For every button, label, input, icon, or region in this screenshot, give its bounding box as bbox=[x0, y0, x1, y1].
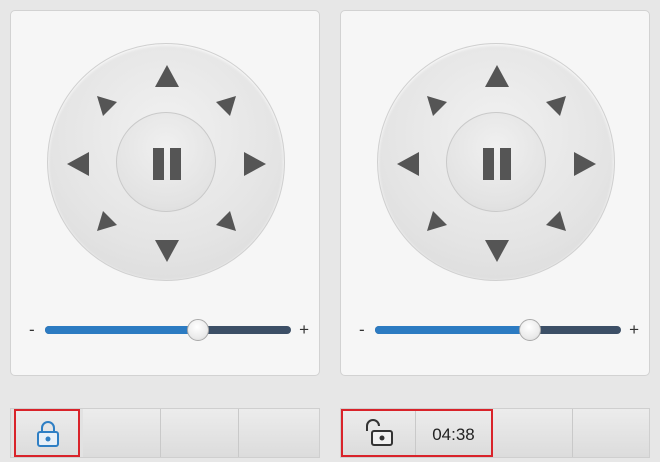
pause-icon bbox=[153, 148, 164, 180]
arrow-right-icon[interactable] bbox=[241, 150, 269, 178]
toolbar-button-3[interactable] bbox=[493, 409, 573, 457]
slider-track[interactable] bbox=[45, 326, 291, 334]
arrow-up-right-icon[interactable] bbox=[544, 94, 568, 118]
slider-fill bbox=[45, 326, 198, 334]
ptz-panel-left: - + bbox=[10, 10, 320, 376]
arrow-up-icon[interactable] bbox=[153, 62, 181, 90]
arrow-down-icon[interactable] bbox=[153, 237, 181, 265]
timer-display: 04:38 bbox=[416, 411, 491, 455]
timer-text: 04:38 bbox=[432, 425, 475, 444]
toolbar-button-2[interactable] bbox=[83, 409, 161, 457]
arrow-up-left-icon[interactable] bbox=[425, 94, 449, 118]
slider-min-label: - bbox=[359, 320, 365, 339]
direction-pad bbox=[47, 43, 285, 281]
slider-max-label: + bbox=[629, 320, 639, 339]
lock-open-icon bbox=[366, 419, 393, 446]
toolbar-button-3[interactable] bbox=[161, 409, 239, 457]
speed-slider[interactable]: - + bbox=[27, 316, 311, 346]
pause-icon bbox=[500, 148, 511, 180]
toolbar-button-4[interactable] bbox=[239, 409, 319, 457]
arrow-up-right-icon[interactable] bbox=[214, 94, 238, 118]
arrow-down-right-icon[interactable] bbox=[544, 209, 568, 233]
arrow-up-left-icon[interactable] bbox=[95, 94, 119, 118]
arrow-left-icon[interactable] bbox=[394, 150, 422, 178]
arrow-left-icon[interactable] bbox=[64, 150, 92, 178]
lock-closed-icon bbox=[37, 421, 59, 447]
speed-slider[interactable]: - + bbox=[357, 316, 641, 346]
pause-icon bbox=[170, 148, 181, 180]
slider-fill bbox=[375, 326, 530, 334]
ptz-panel-right: - + bbox=[340, 10, 650, 376]
toolbar-right: 04:38 bbox=[340, 408, 650, 458]
toolbar-left bbox=[10, 408, 320, 458]
slider-max-label: + bbox=[299, 320, 309, 339]
slider-min-label: - bbox=[29, 320, 35, 339]
arrow-down-right-icon[interactable] bbox=[214, 209, 238, 233]
arrow-up-icon[interactable] bbox=[483, 62, 511, 90]
slider-track[interactable] bbox=[375, 326, 621, 334]
pause-button[interactable] bbox=[446, 112, 546, 212]
slider-thumb[interactable] bbox=[518, 319, 541, 341]
lock-timer-group: 04:38 bbox=[341, 409, 493, 457]
lock-button[interactable] bbox=[14, 409, 80, 457]
arrow-right-icon[interactable] bbox=[571, 150, 599, 178]
arrow-down-left-icon[interactable] bbox=[95, 209, 119, 233]
direction-pad bbox=[377, 43, 615, 281]
unlock-button[interactable] bbox=[343, 411, 416, 455]
pause-button[interactable] bbox=[116, 112, 216, 212]
toolbar-button-4[interactable] bbox=[573, 409, 649, 457]
slider-thumb[interactable] bbox=[186, 319, 209, 341]
pause-icon bbox=[483, 148, 494, 180]
arrow-down-icon[interactable] bbox=[483, 237, 511, 265]
arrow-down-left-icon[interactable] bbox=[425, 209, 449, 233]
